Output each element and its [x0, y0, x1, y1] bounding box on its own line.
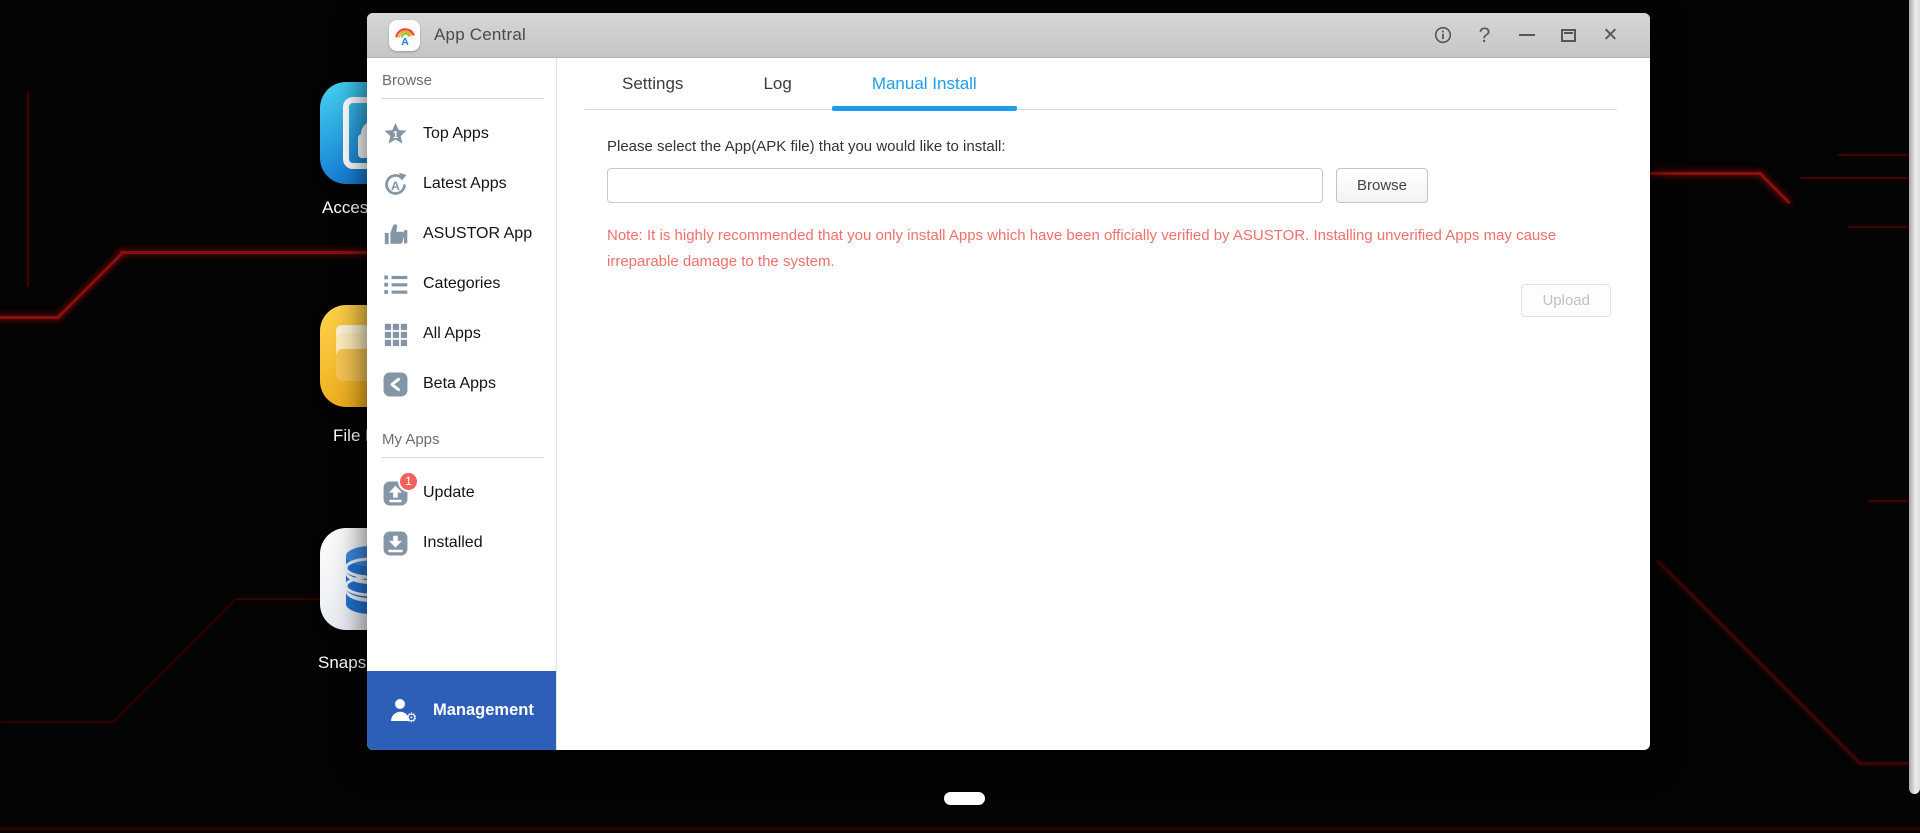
sidebar-item-update[interactable]: 1 Update [382, 468, 556, 518]
active-tab-underline [832, 106, 1017, 111]
tab-bar: Settings Log Manual Install [557, 58, 1650, 109]
app-central-window: A App Central ? ✕ [367, 13, 1650, 750]
sidebar-item-beta-apps[interactable]: Beta Apps [382, 359, 556, 409]
divider [382, 457, 544, 458]
circuit-line [1860, 762, 1909, 765]
sidebar-item-label: All Apps [423, 325, 481, 343]
sidebar-item-latest-apps[interactable]: A Latest Apps [382, 159, 556, 209]
svg-text:⚙: ⚙ [406, 710, 418, 724]
sidebar-item-categories[interactable]: Categories [382, 259, 556, 309]
circuit-line [0, 721, 115, 723]
taskbar-handle[interactable] [944, 792, 985, 805]
app-central-logo-icon: A [389, 20, 420, 51]
circuit-line [1650, 172, 1762, 175]
upload-button[interactable]: Upload [1521, 284, 1611, 317]
sidebar: Browse 1 Top Apps [367, 58, 557, 750]
svg-text:A: A [401, 36, 409, 47]
sidebar-item-installed[interactable]: Installed [382, 518, 556, 568]
screen-edge-panel [1909, 0, 1920, 794]
management-user-gear-icon: ⚙ [389, 697, 419, 724]
circuit-line [1868, 500, 1909, 502]
sidebar-item-label: ASUSTOR App [423, 225, 532, 243]
apk-file-path-input[interactable] [607, 168, 1323, 203]
browse-button[interactable]: Browse [1336, 168, 1428, 203]
thumbs-up-icon [382, 221, 409, 248]
sidebar-item-label: Latest Apps [423, 175, 507, 193]
sidebar-item-label: Update [423, 484, 475, 502]
latest-apps-refresh-icon: A [382, 171, 409, 198]
tab-manual-install[interactable]: Manual Install [832, 58, 1017, 109]
maximize-icon[interactable] [1559, 26, 1578, 45]
close-icon[interactable]: ✕ [1601, 26, 1620, 45]
tab-log[interactable]: Log [723, 58, 831, 109]
top-apps-star-icon: 1 [382, 121, 409, 148]
sidebar-section-browse: Browse [382, 72, 556, 98]
circuit-line [120, 251, 370, 254]
tab-settings[interactable]: Settings [582, 58, 723, 109]
divider [382, 98, 544, 99]
beta-chevron-icon [382, 371, 409, 398]
update-icon: 1 [382, 480, 409, 507]
circuit-line [57, 251, 125, 319]
circuit-line [0, 827, 1920, 830]
tab-label: Log [763, 74, 791, 94]
circuit-line [1838, 154, 1909, 156]
sidebar-item-label: Installed [423, 534, 483, 552]
desktop: Access File E Snapsh [0, 0, 1920, 833]
main-content: Settings Log Manual Install Please selec… [557, 58, 1650, 750]
circuit-line [1848, 226, 1909, 228]
svg-text:1: 1 [393, 129, 399, 140]
window-title: App Central [434, 25, 526, 45]
sidebar-section-my-apps: My Apps [382, 431, 556, 457]
grid-icon [382, 321, 409, 348]
sidebar-item-label: Categories [423, 275, 500, 293]
circuit-line [0, 316, 60, 319]
circuit-line [112, 599, 236, 723]
list-icon [382, 271, 409, 298]
sidebar-item-asustor-app[interactable]: ASUSTOR App [382, 209, 556, 259]
help-icon[interactable]: ? [1475, 26, 1494, 45]
minimize-icon[interactable] [1517, 26, 1536, 45]
warning-note: Note: It is highly recommended that you … [607, 223, 1602, 275]
sidebar-item-label: Beta Apps [423, 375, 496, 393]
sidebar-item-top-apps[interactable]: 1 Top Apps [382, 109, 556, 159]
update-count-badge: 1 [398, 471, 419, 492]
info-icon[interactable] [1433, 26, 1452, 45]
installed-icon [382, 530, 409, 557]
circuit-line [1759, 172, 1791, 204]
tab-label: Manual Install [872, 74, 977, 94]
circuit-line [1656, 559, 1863, 766]
sidebar-item-label: Top Apps [423, 125, 489, 143]
tab-label: Settings [622, 74, 683, 94]
file-select-prompt: Please select the App(APK file) that you… [607, 138, 1611, 155]
management-button[interactable]: ⚙ Management [367, 671, 556, 750]
management-label: Management [433, 701, 534, 720]
sidebar-item-all-apps[interactable]: All Apps [382, 309, 556, 359]
manual-install-panel: Please select the App(APK file) that you… [557, 110, 1650, 317]
circuit-line [1800, 177, 1909, 179]
svg-text:A: A [391, 179, 400, 193]
window-titlebar[interactable]: A App Central ? ✕ [367, 13, 1650, 58]
circuit-line [27, 92, 29, 287]
